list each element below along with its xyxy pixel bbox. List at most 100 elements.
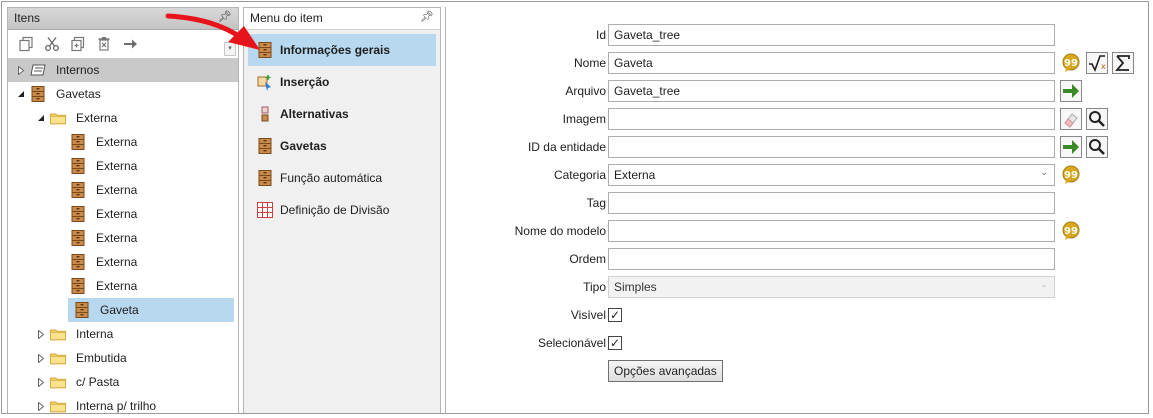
delete-button[interactable] <box>92 32 116 56</box>
translate-modelo-button[interactable]: 99 <box>1060 220 1082 242</box>
tree-item[interactable]: Externa <box>8 202 238 226</box>
clear-imagem-button[interactable] <box>1060 108 1082 130</box>
tree-item-content: Externa <box>68 274 141 298</box>
row-tipo: Tipo <box>446 275 606 299</box>
trash-icon <box>98 37 110 51</box>
svg-text:99: 99 <box>1064 226 1078 237</box>
imagem-label: Imagem <box>562 112 606 126</box>
modelo-input[interactable] <box>608 220 1055 242</box>
tree-item-content: Externa <box>68 202 141 226</box>
selecionavel-checkbox[interactable]: ✓ <box>608 336 622 350</box>
row-arquivo: Arquivo <box>446 79 606 103</box>
tree-item[interactable]: c/ Pasta <box>8 370 238 394</box>
toolbar-overflow-button[interactable]: ▾ <box>224 42 236 56</box>
speech-bubble-icon: 99 <box>1062 53 1080 72</box>
item-menu-header: Menu do item 📌︎ <box>244 8 440 30</box>
arquivo-input[interactable]: Gaveta_tree <box>608 80 1055 102</box>
tree-item-content: Gavetas <box>28 82 105 106</box>
tag-input[interactable] <box>608 192 1055 214</box>
items-toolbar: ▾ <box>8 30 238 58</box>
menu-item[interactable]: Alternativas <box>248 98 436 130</box>
translate-categoria-button[interactable]: 99 <box>1060 164 1082 186</box>
entidade-go-button[interactable] <box>1060 136 1082 158</box>
menu-item[interactable]: Inserção <box>248 66 436 98</box>
menu-item-label: Alternativas <box>280 107 349 121</box>
expand-arrow-icon[interactable] <box>34 327 48 341</box>
layers-icon <box>30 62 46 78</box>
copy-button[interactable] <box>14 32 38 56</box>
id-input[interactable]: Gaveta_tree <box>608 24 1055 46</box>
visivel-checkbox[interactable]: ✓ <box>608 308 622 322</box>
tree-item[interactable]: Gaveta <box>8 298 238 322</box>
drawer-icon <box>70 278 86 294</box>
drawer-icon <box>70 206 86 222</box>
tipo-value: Simples <box>614 280 657 294</box>
menu-item[interactable]: Definição de Divisão <box>248 194 436 226</box>
drawer-icon <box>74 302 90 318</box>
svg-text:99: 99 <box>1064 58 1078 69</box>
tree-item[interactable]: Interna p/ trilho <box>8 394 238 413</box>
translate-nome-button[interactable]: 99 <box>1060 52 1082 74</box>
tree-item-content: c/ Pasta <box>48 370 123 394</box>
tree-item[interactable]: Internos <box>8 58 238 82</box>
sum-button[interactable] <box>1112 52 1134 74</box>
menu-item[interactable]: Função automática <box>248 162 436 194</box>
tree-item[interactable]: Externa <box>8 226 238 250</box>
speech-bubble-icon: 99 <box>1062 165 1080 184</box>
eraser-icon <box>1064 113 1078 128</box>
move-button[interactable] <box>118 32 142 56</box>
tree-item[interactable]: Externa <box>8 106 238 130</box>
tree-item[interactable]: Externa <box>8 154 238 178</box>
search-imagem-button[interactable] <box>1086 108 1108 130</box>
drawer-icon <box>256 41 274 59</box>
items-panel-title: Itens <box>14 11 41 25</box>
search-entidade-button[interactable] <box>1086 136 1108 158</box>
tree-item-label: Interna <box>76 327 114 341</box>
expand-arrow-icon[interactable] <box>34 351 48 365</box>
item-properties-form: Id Gaveta_tree Nome Gaveta 99 x Arquivo … <box>445 7 1148 413</box>
drawer-icon <box>70 230 86 246</box>
tree-item-label: Externa <box>96 279 138 293</box>
item-menu-panel: Menu do item 📌︎ Informações gerais Inserç… <box>243 7 441 413</box>
arquivo-go-button[interactable] <box>1060 80 1082 102</box>
entidade-input[interactable] <box>608 136 1055 158</box>
tree-item-content: Externa <box>68 130 141 154</box>
nome-input[interactable]: Gaveta <box>608 52 1055 74</box>
expand-arrow-icon[interactable] <box>34 375 48 389</box>
tree-item-label: Externa <box>96 135 138 149</box>
imagem-input[interactable] <box>608 108 1055 130</box>
svg-text:99: 99 <box>1064 170 1078 181</box>
row-ordem: Ordem <box>446 247 606 271</box>
categoria-select[interactable]: Externa ⌄ <box>608 164 1055 186</box>
tree-item[interactable]: Interna <box>8 322 238 346</box>
menu-item[interactable]: Gavetas <box>248 130 436 162</box>
duplicate-button[interactable] <box>66 32 90 56</box>
tree-item[interactable]: Externa <box>8 178 238 202</box>
pin-icon[interactable]: 📌︎ <box>218 10 232 23</box>
items-panel: Itens 📌︎ ▾ Internos Gavetas Externa Externa… <box>7 7 239 413</box>
formula-button[interactable]: x <box>1086 52 1108 74</box>
duplicate-icon <box>71 36 85 52</box>
folder-icon <box>50 110 66 126</box>
tree-item[interactable]: Externa <box>8 250 238 274</box>
collapse-arrow-icon[interactable] <box>34 111 48 125</box>
tree-item[interactable]: Gavetas <box>8 82 238 106</box>
tree-item[interactable]: Embutida <box>8 346 238 370</box>
nome-label: Nome <box>573 56 606 70</box>
drawer-icon <box>70 254 86 270</box>
pin-icon[interactable]: 📌︎ <box>420 10 434 23</box>
tree-item[interactable]: Externa <box>8 274 238 298</box>
row-nome: Nome <box>446 51 606 75</box>
tree-item[interactable]: Externa <box>8 130 238 154</box>
folder-icon <box>50 326 66 342</box>
grid-icon <box>256 201 274 219</box>
ordem-input[interactable] <box>608 248 1055 270</box>
collapse-arrow-icon[interactable] <box>14 87 28 101</box>
advanced-options-button[interactable]: Opções avançadas <box>608 360 723 382</box>
expand-arrow-icon[interactable] <box>34 399 48 413</box>
expand-arrow-icon[interactable] <box>14 63 28 77</box>
cut-button[interactable] <box>40 32 64 56</box>
menu-item[interactable]: Informações gerais <box>248 34 436 66</box>
